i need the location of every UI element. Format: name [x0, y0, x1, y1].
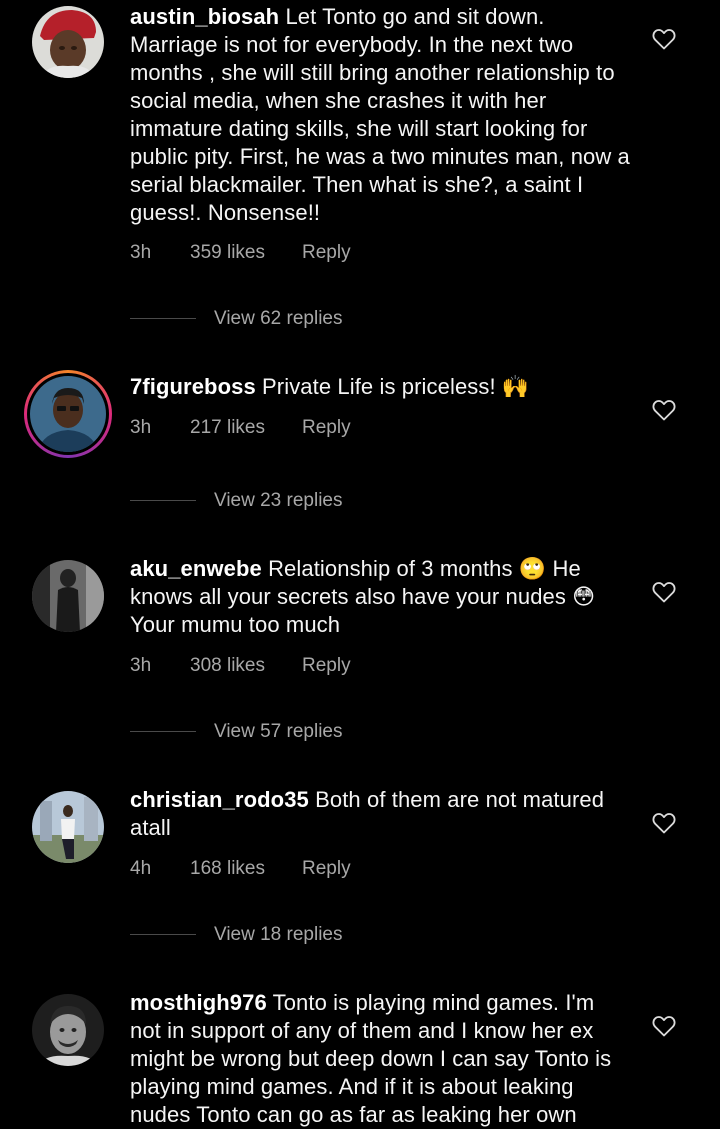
- comment-meta: 3h 359 likes Reply: [130, 242, 351, 264]
- heart-outline-icon[interactable]: [652, 1015, 676, 1037]
- comment-body: Private Life is priceless! 🙌: [262, 374, 530, 399]
- view-replies-label: View 23 replies: [214, 490, 343, 511]
- comment-likes[interactable]: 217 likes: [190, 417, 302, 439]
- view-replies-button[interactable]: View 57 replies: [130, 721, 343, 743]
- comment-text: aku_enwebe Relationship of 3 months 🙄 He…: [130, 555, 630, 639]
- divider-line: [130, 934, 196, 936]
- avatar[interactable]: [32, 6, 104, 78]
- reply-button[interactable]: Reply: [302, 655, 351, 677]
- reply-button[interactable]: Reply: [302, 858, 351, 880]
- view-replies-button[interactable]: View 23 replies: [130, 490, 343, 512]
- reply-button[interactable]: Reply: [302, 417, 351, 439]
- view-replies-button[interactable]: View 62 replies: [130, 308, 343, 330]
- view-replies-label: View 62 replies: [214, 308, 343, 329]
- divider-line: [130, 318, 196, 320]
- avatar[interactable]: [32, 791, 104, 863]
- divider-line: [130, 500, 196, 502]
- comment-username[interactable]: christian_rodo35: [130, 787, 309, 812]
- avatar: [30, 376, 106, 452]
- heart-outline-icon[interactable]: [652, 28, 676, 50]
- avatar[interactable]: [32, 994, 104, 1066]
- comment-likes[interactable]: 359 likes: [190, 242, 302, 264]
- view-replies-label: View 57 replies: [214, 721, 343, 742]
- view-replies-button[interactable]: View 18 replies: [130, 924, 343, 946]
- divider-line: [130, 731, 196, 733]
- comment-likes[interactable]: 308 likes: [190, 655, 302, 677]
- comment-text: mosthigh976 Tonto is playing mind games.…: [130, 989, 630, 1129]
- heart-outline-icon[interactable]: [652, 812, 676, 834]
- comment-username[interactable]: mosthigh976: [130, 990, 267, 1015]
- comment-body: Let Tonto go and sit down. Marriage is n…: [130, 4, 630, 225]
- avatar-with-story-ring[interactable]: [24, 370, 112, 458]
- comment-meta: 3h 217 likes Reply: [130, 417, 351, 439]
- comment-meta: 4h 168 likes Reply: [130, 858, 351, 880]
- view-replies-label: View 18 replies: [214, 924, 343, 945]
- comment-time: 3h: [130, 417, 152, 438]
- comment-text: 7figureboss Private Life is priceless! 🙌: [130, 373, 630, 401]
- heart-outline-icon[interactable]: [652, 581, 676, 603]
- comment-likes[interactable]: 168 likes: [190, 858, 302, 880]
- comment-time: 3h: [130, 655, 152, 676]
- heart-outline-icon[interactable]: [652, 399, 676, 421]
- comment-text: austin_biosah Let Tonto go and sit down.…: [130, 3, 630, 227]
- comment-time: 3h: [130, 242, 152, 263]
- comment-username[interactable]: aku_enwebe: [130, 556, 262, 581]
- comment-text: christian_rodo35 Both of them are not ma…: [130, 786, 630, 842]
- comment-meta: 3h 308 likes Reply: [130, 655, 351, 677]
- avatar[interactable]: [32, 560, 104, 632]
- comment-username[interactable]: 7figureboss: [130, 374, 256, 399]
- comment-username[interactable]: austin_biosah: [130, 4, 279, 29]
- reply-button[interactable]: Reply: [302, 242, 351, 264]
- comment-time: 4h: [130, 858, 152, 879]
